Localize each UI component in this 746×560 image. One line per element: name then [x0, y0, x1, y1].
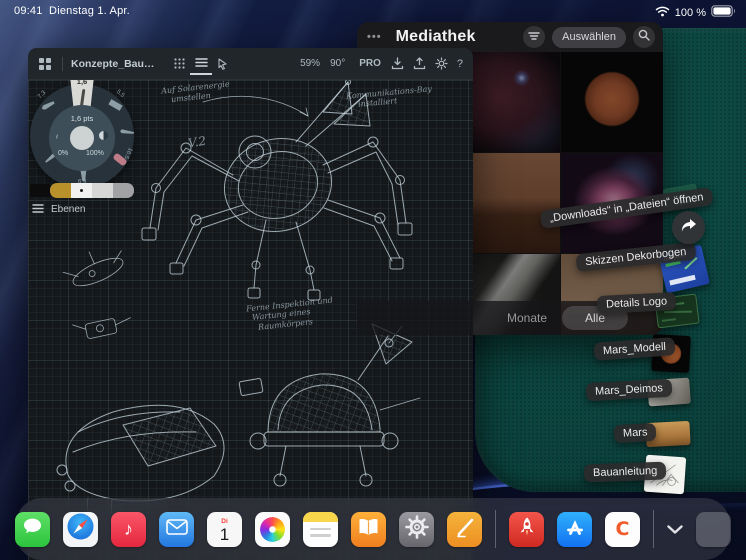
books-open-book-icon	[357, 517, 380, 542]
sketch-toolbar: Konzepte_Bau… 59% 90° PRO ?	[28, 48, 473, 80]
settings-gear-icon[interactable]	[431, 53, 453, 75]
app-calendar[interactable]: Di 1	[207, 511, 242, 547]
app-store-a-icon	[563, 515, 587, 544]
dock: ♪ Di 1 C	[15, 498, 731, 560]
select-tool-icon[interactable]	[212, 53, 234, 75]
color-swatch-gray[interactable]	[113, 183, 134, 198]
mediathek-title: Mediathek	[395, 28, 476, 45]
share-forward-icon	[680, 218, 697, 238]
safari-compass-icon	[66, 512, 95, 546]
toolbar-divider	[62, 56, 63, 71]
export-icon[interactable]	[409, 53, 431, 75]
drag-label-bauanleitung[interactable]: Bauanleitung	[583, 461, 667, 483]
brush-size-label: 1,6 pts	[70, 114, 94, 123]
c-logo: C	[615, 518, 630, 540]
app-library[interactable]	[696, 511, 731, 547]
search-icon	[638, 28, 650, 46]
app-settings[interactable]	[399, 511, 434, 547]
schematic-line	[661, 318, 677, 322]
clock: 09:41	[14, 5, 43, 17]
opacity-min-label: 0%	[58, 150, 69, 157]
bauanleitung-sketch-lines	[643, 464, 684, 499]
selected-color-dot	[80, 189, 83, 192]
wheel-inner-dial[interactable]: 1,6 pts 0% 100% ~	[49, 105, 115, 171]
select-button[interactable]: Auswählen	[552, 26, 626, 48]
dock-divider	[495, 510, 496, 548]
wheel-center-swatch[interactable]	[70, 126, 94, 150]
opacity-half-icon[interactable]	[99, 131, 108, 140]
app-concepts-c[interactable]: C	[605, 511, 640, 547]
mail-envelope-icon	[165, 518, 188, 540]
document-title[interactable]: Konzepte_Bau…	[71, 58, 154, 70]
app-books[interactable]	[351, 511, 386, 547]
wifi-icon	[655, 4, 670, 22]
photos-flower-icon	[260, 516, 285, 542]
dock-divider	[653, 510, 654, 548]
app-safari[interactable]	[63, 511, 98, 547]
color-swatch-white-selected[interactable]	[71, 183, 92, 198]
pen-diagonal-icon	[453, 515, 477, 544]
color-swatch-bar[interactable]	[50, 183, 134, 198]
calendar-day: 1	[219, 525, 230, 544]
layers-list-icon	[32, 200, 44, 218]
import-icon[interactable]	[387, 53, 409, 75]
search-button[interactable]	[633, 26, 655, 48]
battery-percent: 100 %	[674, 7, 706, 19]
notes-line	[310, 534, 331, 537]
app-rocket[interactable]	[509, 511, 544, 547]
help-button[interactable]: ?	[457, 58, 463, 70]
app-app-store[interactable]	[557, 511, 592, 547]
status-indicators: 100 %	[655, 4, 736, 22]
music-note-icon: ♪	[124, 518, 133, 539]
notes-header-strip	[303, 511, 338, 522]
ipad-screen: ••• Mediathek Auswählen Monate Alle Konz…	[0, 0, 746, 560]
date: Dienstag 1. Apr.	[49, 5, 130, 17]
color-swatch-lightgray[interactable]	[92, 183, 113, 198]
settings-gear-glyph	[404, 514, 429, 544]
app-home-icon[interactable]	[34, 53, 56, 75]
dock-collapse-chevron[interactable]	[667, 524, 683, 534]
share-button[interactable]	[672, 211, 705, 244]
brush-tool-wheel[interactable]: 7.3 5.5 16.5 6.9 1,6 1,6 pts 0% 100% ~	[30, 75, 134, 188]
filter-button[interactable]	[523, 26, 546, 48]
app-notes[interactable]	[303, 511, 338, 547]
drag-label-mars[interactable]: Mars	[613, 422, 657, 444]
filter-icon	[528, 28, 540, 46]
app-messages[interactable]	[15, 511, 50, 547]
color-chip-black[interactable]	[30, 184, 50, 197]
layers-tool-icon[interactable]	[190, 53, 213, 75]
sticker-text-bar	[669, 274, 696, 286]
schematic-line	[664, 310, 693, 314]
pressure-curve-icon[interactable]: ~	[52, 134, 61, 139]
calendar-weekday: Di	[221, 518, 228, 525]
status-bar: 09:41 Dienstag 1. Apr. 100 %	[0, 0, 746, 22]
grid-view-icon[interactable]	[168, 53, 190, 75]
pro-badge[interactable]: PRO	[359, 58, 381, 69]
layers-label: Ebenen	[51, 203, 86, 215]
app-photos[interactable]	[255, 511, 290, 547]
opacity-max-label: 100%	[86, 150, 104, 157]
window-controls-menu[interactable]: •••	[367, 31, 382, 43]
rocket-icon	[515, 515, 539, 544]
battery-icon	[711, 4, 736, 22]
zoom-level[interactable]: 59%	[300, 58, 320, 69]
annotation-version: V.2	[187, 133, 208, 151]
app-music[interactable]: ♪	[111, 511, 146, 547]
layers-button[interactable]: Ebenen	[32, 200, 108, 218]
tab-monate[interactable]: Monate	[507, 311, 547, 325]
color-swatch-gold[interactable]	[50, 183, 71, 198]
app-mail[interactable]	[159, 511, 194, 547]
notes-line	[310, 527, 331, 530]
app-sketch-pen[interactable]	[447, 511, 482, 547]
canvas-rotation[interactable]: 90°	[330, 58, 345, 69]
messages-bubble-icon	[21, 516, 44, 542]
status-time-date[interactable]: 09:41 Dienstag 1. Apr.	[14, 5, 130, 17]
